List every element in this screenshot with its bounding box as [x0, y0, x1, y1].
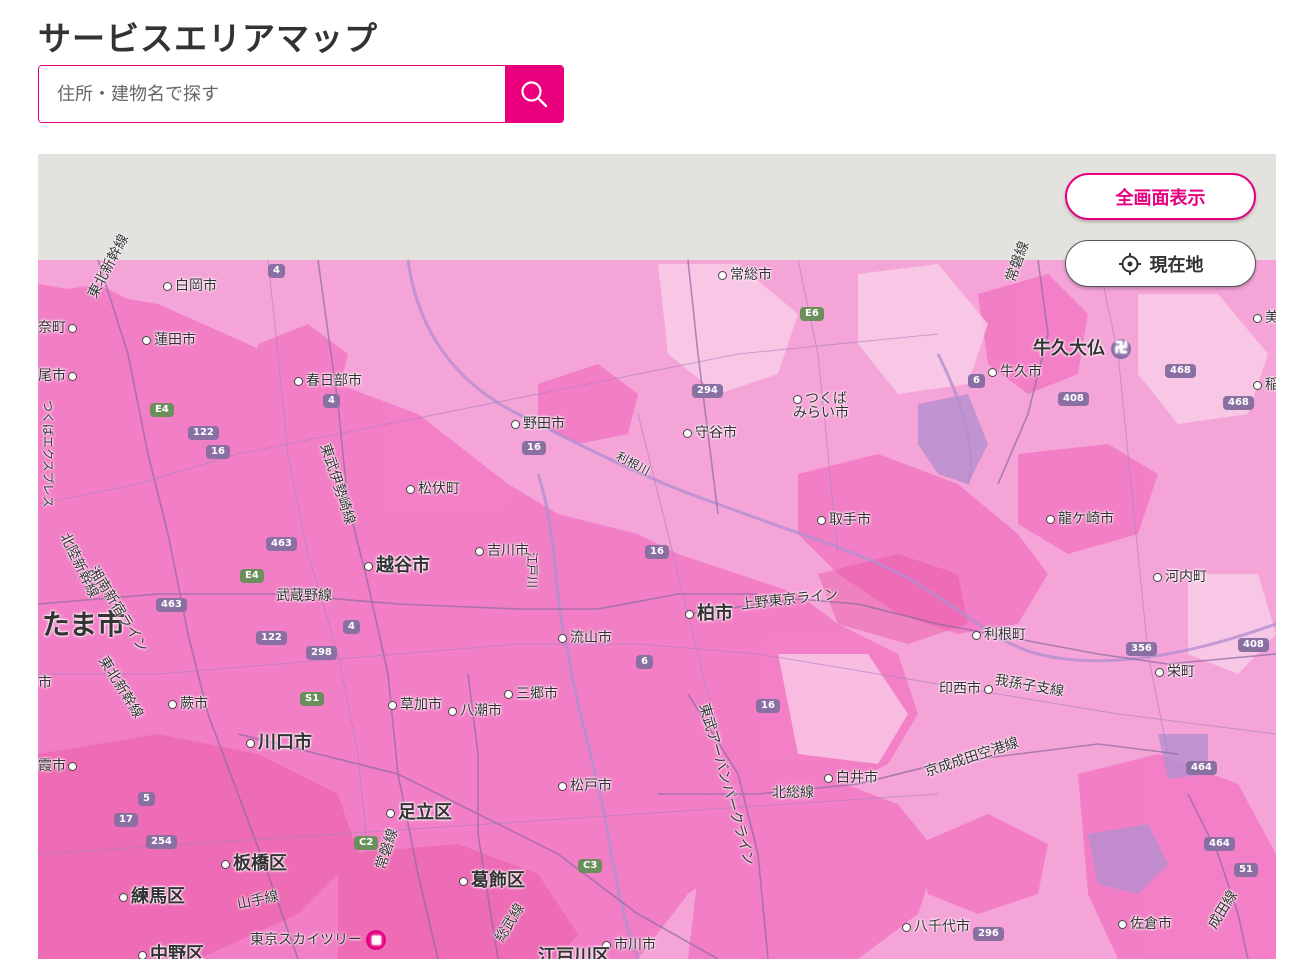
place-label: 印西市	[939, 682, 996, 696]
place-label: 白岡市	[163, 279, 217, 293]
crosshair-icon	[1118, 252, 1141, 275]
place-label: 春日部市	[294, 374, 362, 388]
road-shield: 4	[268, 264, 285, 278]
search-icon	[521, 81, 548, 108]
search-input[interactable]	[39, 66, 505, 122]
place-label: 松戸市	[558, 779, 612, 793]
road-shield: 16	[522, 441, 546, 455]
place-label: 練馬区	[119, 888, 185, 906]
road-shield: 17	[114, 813, 138, 827]
road-shield: E6	[800, 307, 824, 321]
place-label: 吉川市	[475, 544, 529, 558]
place-label: つくば みらい市	[793, 391, 849, 421]
place-label: 草加市	[388, 698, 442, 712]
place-label: 市川市	[602, 938, 656, 952]
current-location-button[interactable]: 現在地	[1065, 240, 1256, 287]
road-shield: 408	[1238, 638, 1269, 652]
place-label: 蕨市	[168, 697, 208, 711]
road-shield: 294	[692, 384, 723, 398]
rail-line-label: 武蔵野線	[276, 588, 332, 604]
road-shield: 4	[343, 620, 360, 634]
fullscreen-button-label: 全画面表示	[1115, 187, 1206, 209]
road-shield: C3	[578, 859, 603, 873]
place-label: 八千代市	[902, 920, 970, 934]
search-box	[38, 65, 564, 123]
landmark-label: 東京スカイツリー ▦	[250, 930, 387, 950]
road-shield: 356	[1126, 642, 1157, 656]
place-label: 霞市	[38, 759, 80, 773]
place-label: 佐倉市	[1118, 917, 1172, 931]
search-button[interactable]	[505, 66, 563, 122]
place-label: 江戸川区	[538, 946, 610, 959]
place-label: 流山市	[558, 631, 612, 645]
place-label: 市	[38, 675, 52, 691]
place-label: 蓮田市	[142, 333, 196, 347]
place-label: 松伏町	[406, 482, 460, 496]
place-label: 美	[1253, 311, 1276, 325]
road-shield: 6	[968, 374, 985, 388]
road-shield: 464	[1186, 761, 1217, 775]
place-label: 栄町	[1155, 665, 1195, 679]
current-location-button-label: 現在地	[1149, 254, 1204, 276]
road-shield: E4	[150, 403, 174, 417]
fullscreen-button[interactable]: 全画面表示	[1065, 173, 1256, 220]
road-shield: 6	[636, 655, 653, 669]
place-label: 牛久市	[988, 365, 1042, 379]
road-shield: 408	[1058, 392, 1089, 406]
road-shield: C2	[354, 836, 379, 850]
road-shield: 468	[1165, 364, 1196, 378]
place-label: 利根町	[972, 628, 1026, 642]
place-label: 取手市	[817, 513, 871, 527]
road-shield: 16	[756, 699, 780, 713]
place-label: 奈町	[38, 321, 80, 335]
place-label: 常総市	[718, 268, 772, 282]
road-shield: 16	[206, 445, 230, 459]
place-label: 川口市	[246, 734, 312, 752]
rail-line-label: 北総線	[772, 785, 814, 801]
road-shield: 298	[306, 646, 337, 660]
road-shield: E4	[240, 569, 264, 583]
place-label: 足立区	[386, 804, 452, 822]
place-label: 白井市	[824, 771, 878, 785]
road-shield: 468	[1223, 396, 1254, 410]
road-shield: 122	[188, 426, 219, 440]
place-label: 守谷市	[683, 426, 737, 440]
place-label: 野田市	[511, 417, 565, 431]
place-label: 河内町	[1153, 570, 1207, 584]
road-shield: 16	[645, 545, 669, 559]
service-area-map[interactable]: 白岡市 蓮田市 春日部市 野田市 守谷市 常総市 つくば みらい市 牛久市 牛久…	[38, 154, 1276, 959]
place-label: 中野区	[138, 946, 204, 959]
place-label: 稲	[1253, 378, 1276, 392]
place-label: 龍ケ崎市	[1046, 512, 1114, 526]
place-label: 八潮市	[448, 704, 502, 718]
landmark-icon: ▦	[366, 930, 387, 950]
place-label: 板橋区	[221, 855, 287, 873]
road-shield: 463	[266, 537, 297, 551]
road-shield: 4	[323, 394, 340, 408]
place-label: 三郷市	[504, 687, 558, 701]
road-shield: 296	[973, 927, 1004, 941]
road-shield: 122	[256, 631, 287, 645]
road-shield: 464	[1204, 837, 1235, 851]
landmark-label: 牛久大仏 卍	[1033, 339, 1132, 359]
place-label: 柏市	[685, 605, 733, 623]
rail-line-label: つくばエクスプレス	[41, 400, 55, 508]
place-label: 葛飾区	[459, 872, 525, 890]
road-shield: 254	[146, 835, 177, 849]
road-shield: 463	[156, 598, 187, 612]
place-label: 越谷市	[364, 557, 430, 575]
temple-icon: 卍	[1111, 339, 1132, 359]
place-label: 尾市	[38, 369, 80, 383]
road-shield: S1	[300, 692, 325, 706]
river-label: 江戸川	[525, 552, 539, 589]
page-title: サービスエリアマップ	[38, 19, 378, 58]
road-shield: 51	[1234, 863, 1258, 877]
road-shield: 5	[138, 792, 155, 806]
